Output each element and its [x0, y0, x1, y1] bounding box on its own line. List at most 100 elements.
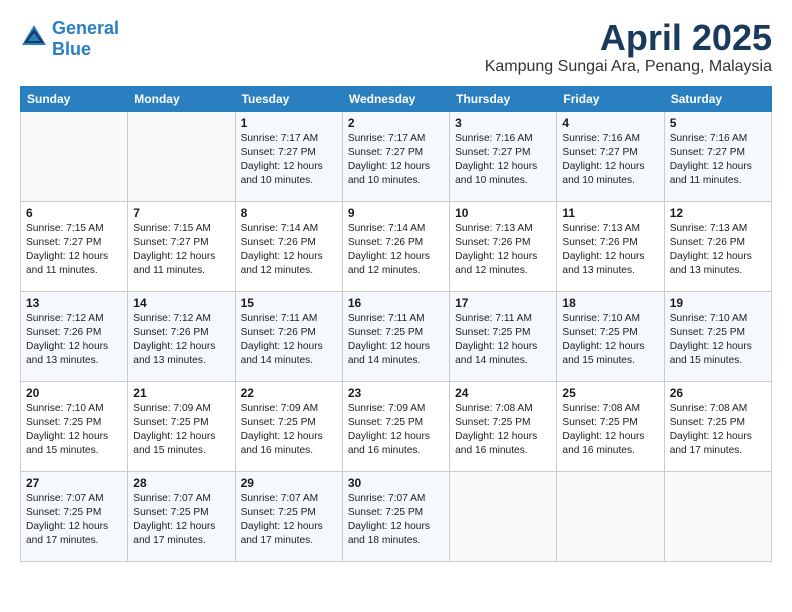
day-number: 6	[26, 206, 122, 220]
day-info: Sunrise: 7:15 AM Sunset: 7:27 PM Dayligh…	[133, 222, 229, 279]
day-number: 7	[133, 206, 229, 220]
day-number: 18	[562, 296, 658, 310]
day-cell: 23Sunrise: 7:09 AM Sunset: 7:25 PM Dayli…	[342, 381, 449, 471]
col-header-sunday: Sunday	[21, 86, 128, 111]
day-info: Sunrise: 7:10 AM Sunset: 7:25 PM Dayligh…	[670, 312, 766, 369]
day-cell	[21, 111, 128, 201]
day-cell: 12 Sunrise: 7:13 AM Sunset: 7:26 PM Dayli…	[664, 201, 771, 291]
day-number: 3	[455, 116, 551, 130]
day-cell: 3 Sunrise: 7:16 AM Sunset: 7:27 PM Daylig…	[450, 111, 557, 201]
col-header-wednesday: Wednesday	[342, 86, 449, 111]
day-number: 14	[133, 296, 229, 310]
calendar-title: April 2025	[485, 18, 772, 58]
day-cell: 27Sunrise: 7:07 AM Sunset: 7:25 PM Dayli…	[21, 471, 128, 561]
logo-text-line2: Blue	[52, 39, 119, 60]
day-cell: 11Sunrise: 7:13 AM Sunset: 7:26 PM Dayli…	[557, 201, 664, 291]
week-row-5: 27 Sunrise: 7:07 AM Sunset: 7:25 PM Dayli…	[21, 471, 772, 561]
header-row: SundayMondayTuesdayWednesdayThursdayFrid…	[21, 86, 772, 111]
day-number: 2	[348, 116, 444, 130]
day-cell: 18Sunrise: 7:10 AM Sunset: 7:25 PM Dayli…	[557, 291, 664, 381]
day-cell: 29 Sunrise: 7:07 AM Sunset: 7:25 PM Dayli…	[235, 471, 342, 561]
calendar-table: SundayMondayTuesdayWednesdayThursdayFrid…	[20, 86, 772, 562]
day-number: 30	[348, 476, 444, 490]
logo: General Blue	[20, 18, 119, 59]
day-info: Sunrise: 7:11 AM Sunset: 7:26 PM Dayligh…	[241, 312, 337, 369]
week-row-2: 6 Sunrise: 7:15 AM Sunset: 7:27 PM Daylig…	[21, 201, 772, 291]
day-cell: 1Sunrise: 7:17 AM Sunset: 7:27 PM Daylig…	[235, 111, 342, 201]
title-block: April 2025 Kampung Sungai Ara, Penang, M…	[485, 18, 772, 76]
day-info: Sunrise: 7:13 AM Sunset: 7:26 PM Dayligh…	[562, 222, 658, 279]
day-cell: 20 Sunrise: 7:10 AM Sunset: 7:25 PM Dayli…	[21, 381, 128, 471]
day-info: Sunrise: 7:14 AM Sunset: 7:26 PM Dayligh…	[241, 222, 337, 279]
day-number: 13	[26, 296, 122, 310]
week-row-4: 20 Sunrise: 7:10 AM Sunset: 7:25 PM Dayli…	[21, 381, 772, 471]
week-row-3: 13 Sunrise: 7:12 AM Sunset: 7:26 PM Dayli…	[21, 291, 772, 381]
col-header-thursday: Thursday	[450, 86, 557, 111]
day-cell: 7 Sunrise: 7:15 AM Sunset: 7:27 PM Daylig…	[128, 201, 235, 291]
day-number: 4	[562, 116, 658, 130]
calendar-subtitle: Kampung Sungai Ara, Penang, Malaysia	[485, 58, 772, 76]
day-info: Sunrise: 7:11 AM Sunset: 7:25 PM Dayligh…	[455, 312, 551, 369]
day-info: Sunrise: 7:17 AM Sunset: 7:27 PM Dayligh…	[241, 132, 337, 189]
day-cell	[557, 471, 664, 561]
day-number: 26	[670, 386, 766, 400]
day-info: Sunrise: 7:17 AM Sunset: 7:27 PM Dayligh…	[348, 132, 444, 189]
logo-text-line1: General	[52, 18, 119, 39]
week-row-1: 1Sunrise: 7:17 AM Sunset: 7:27 PM Daylig…	[21, 111, 772, 201]
day-cell: 4 Sunrise: 7:16 AM Sunset: 7:27 PM Daylig…	[557, 111, 664, 201]
day-cell: 25 Sunrise: 7:08 AM Sunset: 7:25 PM Dayli…	[557, 381, 664, 471]
day-cell: 2 Sunrise: 7:17 AM Sunset: 7:27 PM Daylig…	[342, 111, 449, 201]
day-number: 27	[26, 476, 122, 490]
day-info: Sunrise: 7:08 AM Sunset: 7:25 PM Dayligh…	[562, 402, 658, 459]
day-cell	[128, 111, 235, 201]
day-cell: 15 Sunrise: 7:11 AM Sunset: 7:26 PM Dayli…	[235, 291, 342, 381]
day-number: 29	[241, 476, 337, 490]
col-header-friday: Friday	[557, 86, 664, 111]
day-info: Sunrise: 7:07 AM Sunset: 7:25 PM Dayligh…	[348, 492, 444, 549]
day-cell: 28 Sunrise: 7:07 AM Sunset: 7:25 PM Dayli…	[128, 471, 235, 561]
day-cell: 16 Sunrise: 7:11 AM Sunset: 7:25 PM Dayli…	[342, 291, 449, 381]
day-cell: 8 Sunrise: 7:14 AM Sunset: 7:26 PM Daylig…	[235, 201, 342, 291]
day-cell: 14 Sunrise: 7:12 AM Sunset: 7:26 PM Dayli…	[128, 291, 235, 381]
day-number: 25	[562, 386, 658, 400]
page-header: General Blue April 2025 Kampung Sungai A…	[20, 18, 772, 76]
day-number: 19	[670, 296, 766, 310]
day-number: 12	[670, 206, 766, 220]
day-info: Sunrise: 7:07 AM Sunset: 7:25 PM Dayligh…	[241, 492, 337, 549]
day-cell	[664, 471, 771, 561]
day-info: Sunrise: 7:13 AM Sunset: 7:26 PM Dayligh…	[455, 222, 551, 279]
day-cell: 10Sunrise: 7:13 AM Sunset: 7:26 PM Dayli…	[450, 201, 557, 291]
day-cell: 13Sunrise: 7:12 AM Sunset: 7:26 PM Dayli…	[21, 291, 128, 381]
day-info: Sunrise: 7:11 AM Sunset: 7:25 PM Dayligh…	[348, 312, 444, 369]
day-info: Sunrise: 7:09 AM Sunset: 7:25 PM Dayligh…	[348, 402, 444, 459]
day-info: Sunrise: 7:14 AM Sunset: 7:26 PM Dayligh…	[348, 222, 444, 279]
day-info: Sunrise: 7:10 AM Sunset: 7:25 PM Dayligh…	[26, 402, 122, 459]
day-cell: 21Sunrise: 7:09 AM Sunset: 7:25 PM Dayli…	[128, 381, 235, 471]
day-cell: 9Sunrise: 7:14 AM Sunset: 7:26 PM Daylig…	[342, 201, 449, 291]
day-cell: 5 Sunrise: 7:16 AM Sunset: 7:27 PM Daylig…	[664, 111, 771, 201]
day-number: 20	[26, 386, 122, 400]
day-info: Sunrise: 7:16 AM Sunset: 7:27 PM Dayligh…	[562, 132, 658, 189]
day-number: 16	[348, 296, 444, 310]
col-header-saturday: Saturday	[664, 86, 771, 111]
day-info: Sunrise: 7:12 AM Sunset: 7:26 PM Dayligh…	[133, 312, 229, 369]
day-number: 22	[241, 386, 337, 400]
day-info: Sunrise: 7:16 AM Sunset: 7:27 PM Dayligh…	[455, 132, 551, 189]
col-header-monday: Monday	[128, 86, 235, 111]
day-info: Sunrise: 7:13 AM Sunset: 7:26 PM Dayligh…	[670, 222, 766, 279]
day-number: 8	[241, 206, 337, 220]
day-info: Sunrise: 7:15 AM Sunset: 7:27 PM Dayligh…	[26, 222, 122, 279]
day-cell: 22 Sunrise: 7:09 AM Sunset: 7:25 PM Dayli…	[235, 381, 342, 471]
day-number: 15	[241, 296, 337, 310]
day-number: 24	[455, 386, 551, 400]
day-info: Sunrise: 7:08 AM Sunset: 7:25 PM Dayligh…	[455, 402, 551, 459]
day-info: Sunrise: 7:16 AM Sunset: 7:27 PM Dayligh…	[670, 132, 766, 189]
day-info: Sunrise: 7:07 AM Sunset: 7:25 PM Dayligh…	[133, 492, 229, 549]
logo-icon	[20, 23, 48, 51]
day-info: Sunrise: 7:09 AM Sunset: 7:25 PM Dayligh…	[241, 402, 337, 459]
day-cell	[450, 471, 557, 561]
day-number: 28	[133, 476, 229, 490]
day-info: Sunrise: 7:08 AM Sunset: 7:25 PM Dayligh…	[670, 402, 766, 459]
day-number: 5	[670, 116, 766, 130]
day-number: 21	[133, 386, 229, 400]
